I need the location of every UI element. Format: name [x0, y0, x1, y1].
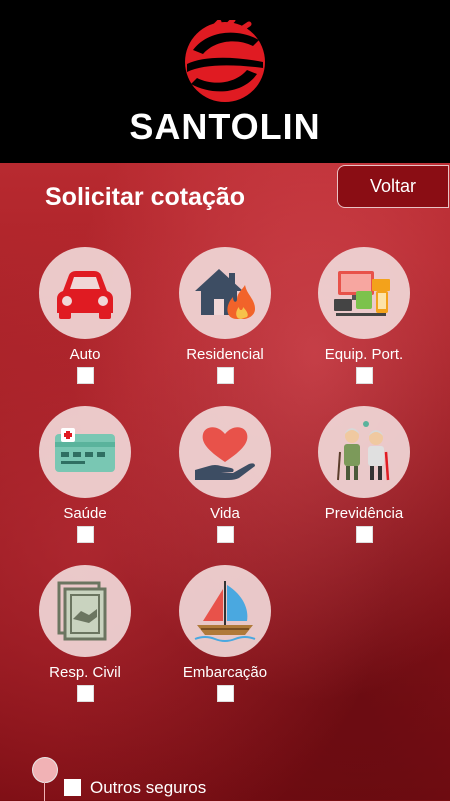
option-equip-port-circle[interactable] — [318, 247, 410, 339]
pin-line — [44, 781, 45, 801]
checkbox[interactable] — [216, 526, 234, 543]
handshake-document-icon — [57, 581, 107, 641]
house-fire-icon — [195, 269, 255, 319]
checkbox[interactable] — [216, 685, 234, 702]
brand-name: SANTOLIN — [129, 106, 321, 147]
option-label: Auto — [69, 346, 101, 363]
car-icon — [57, 271, 113, 319]
page-title: Solicitar cotação — [45, 183, 246, 211]
option-label: Embarcação — [182, 664, 268, 681]
option-auto[interactable]: Auto — [20, 247, 150, 384]
other-insurance-checkbox[interactable] — [64, 779, 81, 796]
checkbox[interactable] — [216, 367, 234, 384]
option-label: Vida — [210, 505, 240, 522]
option-embarcacao-circle[interactable] — [179, 565, 271, 657]
option-residencial[interactable]: Residencial — [160, 247, 290, 384]
option-label: Resp. Civil — [49, 664, 121, 681]
app-header: SANTOLIN — [0, 0, 450, 163]
elderly-couple-icon — [337, 421, 390, 481]
option-residencial-circle[interactable] — [179, 247, 271, 339]
option-saude[interactable]: Saúde — [20, 406, 150, 543]
option-previdencia-circle[interactable] — [318, 406, 410, 498]
health-card-icon — [55, 428, 115, 472]
checkbox[interactable] — [76, 367, 94, 384]
devices-icon — [334, 271, 390, 316]
back-button[interactable]: Voltar — [337, 165, 449, 208]
option-equip-port[interactable]: Equip. Port. — [299, 247, 429, 384]
option-resp-civil[interactable]: Resp. Civil — [20, 565, 150, 702]
option-label: Previdência — [324, 505, 404, 522]
sailboat-icon — [194, 581, 256, 642]
option-saude-circle[interactable] — [39, 406, 131, 498]
option-auto-circle[interactable] — [39, 247, 131, 339]
checkbox[interactable] — [355, 367, 373, 384]
checkbox[interactable] — [76, 526, 94, 543]
option-vida[interactable]: Vida — [160, 406, 290, 543]
option-vida-circle[interactable] — [179, 406, 271, 498]
santolin-logo-icon — [185, 20, 265, 102]
option-label: Saúde — [63, 505, 107, 522]
checkbox[interactable] — [355, 526, 373, 543]
other-insurance-row[interactable]: Outros seguros — [32, 757, 432, 801]
checkbox[interactable] — [76, 685, 94, 702]
other-insurance-label: Outros seguros — [90, 778, 207, 797]
pin-icon — [32, 757, 58, 783]
option-previdencia[interactable]: Previdência — [299, 406, 429, 543]
option-label: Residencial — [186, 346, 264, 363]
option-embarcacao[interactable]: Embarcação — [160, 565, 290, 702]
option-resp-civil-circle[interactable] — [39, 565, 131, 657]
option-label: Equip. Port. — [324, 346, 404, 363]
heart-hand-icon — [195, 427, 255, 480]
